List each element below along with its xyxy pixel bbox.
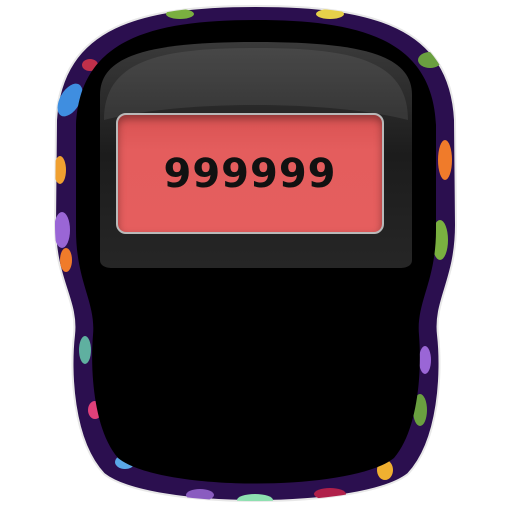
count-value: 999999 [163,150,337,197]
count-display[interactable]: 999999 [116,113,384,234]
increment-tap-area[interactable] [95,270,415,485]
